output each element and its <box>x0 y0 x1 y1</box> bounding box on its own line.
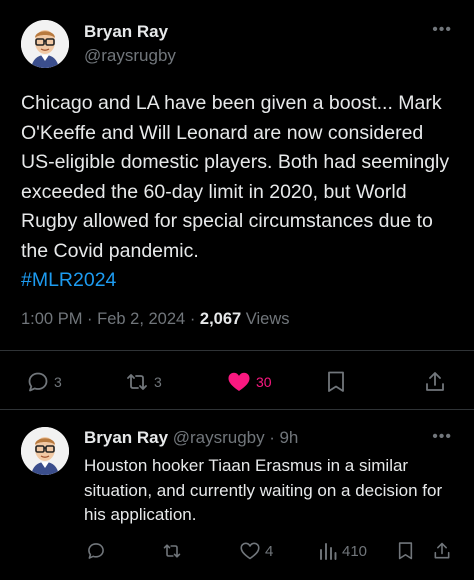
tweet-meta: 1:00 PM · Feb 2, 2024 · 2,067 Views <box>21 310 290 329</box>
reply-author-avatar[interactable] <box>21 427 69 475</box>
more-icon[interactable]: ••• <box>432 428 452 446</box>
repost-button[interactable]: 3 <box>124 370 162 394</box>
views-count: 2,067 <box>199 310 242 328</box>
reply-button[interactable] <box>86 541 106 561</box>
bookmark-icon <box>398 542 413 560</box>
author-name[interactable]: Bryan Ray <box>84 22 168 42</box>
divider <box>0 409 474 410</box>
heart-filled-icon <box>228 372 250 391</box>
header-separator: · <box>269 428 275 447</box>
views-button[interactable]: 410 <box>318 541 367 561</box>
like-button[interactable]: 4 <box>239 541 273 561</box>
like-count: 30 <box>256 374 272 390</box>
reply-button[interactable]: 3 <box>26 370 62 394</box>
repost-count: 3 <box>154 374 162 390</box>
views-chart-icon <box>320 543 337 560</box>
hashtag-link[interactable]: #MLR2024 <box>21 269 116 291</box>
tweet-date[interactable]: Feb 2, 2024 <box>97 310 185 328</box>
reply-text: Houston hooker Tiaan Erasmus in a simila… <box>84 456 443 524</box>
divider <box>0 350 474 351</box>
reply-header: Bryan Ray @raysrugby · 9h <box>84 428 298 448</box>
meta-separator: · <box>189 310 196 328</box>
more-icon[interactable]: ••• <box>432 21 452 39</box>
tweet-time[interactable]: 1:00 PM <box>21 310 82 328</box>
repost-icon <box>127 374 147 390</box>
heart-outline-icon <box>240 542 260 560</box>
views-count: 410 <box>342 542 368 560</box>
reply-author-name[interactable]: Bryan Ray <box>84 428 168 447</box>
share-icon <box>426 372 444 391</box>
repost-button[interactable] <box>161 541 183 561</box>
views-label: Views <box>245 310 290 328</box>
like-button[interactable]: 30 <box>226 370 272 394</box>
reply-icon <box>88 543 104 559</box>
repost-icon <box>163 544 181 558</box>
tweet-text: Chicago and LA have been given a boost..… <box>21 89 461 296</box>
share-button[interactable] <box>423 370 447 394</box>
author-handle[interactable]: @raysrugby <box>84 46 176 66</box>
meta-separator: · <box>87 310 93 328</box>
share-button[interactable] <box>432 541 452 561</box>
like-count: 4 <box>265 542 274 560</box>
bookmark-button[interactable] <box>396 541 415 561</box>
reply-age[interactable]: 9h <box>279 428 298 447</box>
reply-count: 3 <box>54 374 62 390</box>
share-icon <box>434 542 450 559</box>
author-avatar[interactable] <box>21 20 69 68</box>
bookmark-button[interactable] <box>325 370 347 394</box>
tweet-body: Chicago and LA have been given a boost..… <box>21 92 450 262</box>
reply-icon <box>28 372 48 392</box>
reply-author-handle[interactable]: @raysrugby <box>173 428 265 447</box>
bookmark-icon <box>328 371 344 392</box>
